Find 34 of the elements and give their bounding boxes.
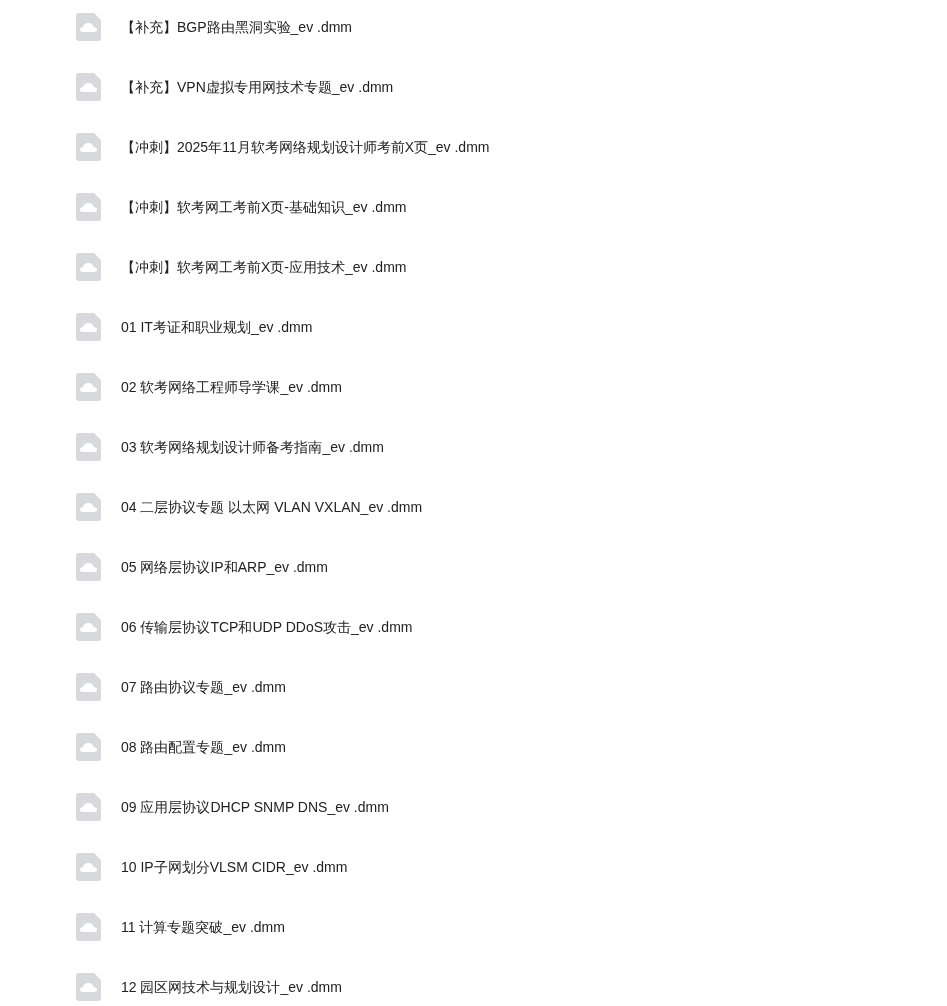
- cloud-file-icon: [76, 253, 101, 281]
- file-name[interactable]: 10 IP子网划分VLSM CIDR_ev .dmm: [121, 856, 348, 878]
- file-name[interactable]: 07 路由协议专题_ev .dmm: [121, 676, 286, 698]
- file-name[interactable]: 02 软考网络工程师导学课_ev .dmm: [121, 376, 342, 398]
- cloud-file-icon: [76, 313, 101, 341]
- cloud-file-icon: [76, 73, 101, 101]
- file-name[interactable]: 【冲刺】2025年11月软考网络规划设计师考前X页_ev .dmm: [121, 136, 490, 158]
- cloud-file-icon: [76, 673, 101, 701]
- file-name[interactable]: 06 传输层协议TCP和UDP DDoS攻击_ev .dmm: [121, 616, 413, 638]
- file-name[interactable]: 【补充】BGP路由黑洞实验_ev .dmm: [121, 16, 353, 38]
- file-name[interactable]: 【冲刺】软考网工考前X页-应用技术_ev .dmm: [121, 256, 407, 278]
- cloud-file-icon: [76, 973, 101, 1001]
- cloud-file-icon: [76, 433, 101, 461]
- file-name[interactable]: 01 IT考证和职业规划_ev .dmm: [121, 316, 313, 338]
- cloud-file-icon: [76, 373, 101, 401]
- file-name[interactable]: 09 应用层协议DHCP SNMP DNS_ev .dmm: [121, 796, 389, 818]
- file-name[interactable]: 12 园区网技术与规划设计_ev .dmm: [121, 976, 342, 998]
- cloud-file-icon: [76, 553, 101, 581]
- cloud-file-icon: [76, 913, 101, 941]
- file-name[interactable]: 05 网络层协议IP和ARP_ev .dmm: [121, 556, 328, 578]
- cloud-file-icon: [76, 193, 101, 221]
- file-name[interactable]: 03 软考网络规划设计师备考指南_ev .dmm: [121, 436, 384, 458]
- cloud-file-icon: [76, 733, 101, 761]
- cloud-file-icon: [76, 793, 101, 821]
- cloud-file-icon: [76, 13, 101, 41]
- cloud-file-icon: [76, 133, 101, 161]
- cloud-file-icon: [76, 853, 101, 881]
- file-name[interactable]: 08 路由配置专题_ev .dmm: [121, 736, 286, 758]
- file-name[interactable]: 11 计算专题突破_ev .dmm: [121, 916, 285, 938]
- file-name[interactable]: 【补充】VPN虚拟专用网技术专题_ev .dmm: [121, 76, 394, 98]
- file-name[interactable]: 【冲刺】软考网工考前X页-基础知识_ev .dmm: [121, 196, 407, 218]
- cloud-file-icon: [76, 493, 101, 521]
- cloud-file-icon: [76, 613, 101, 641]
- file-name[interactable]: 04 二层协议专题 以太网 VLAN VXLAN_ev .dmm: [121, 496, 423, 518]
